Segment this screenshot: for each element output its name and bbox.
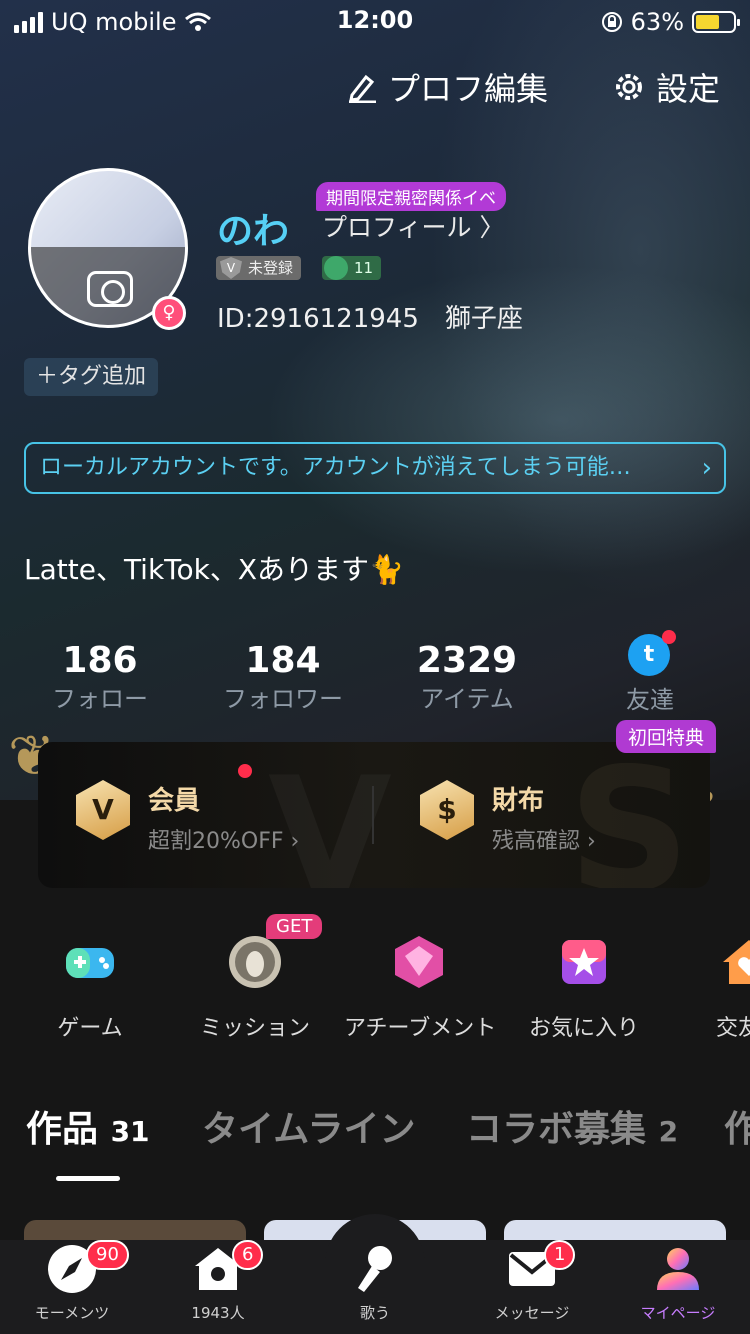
nav-mypage[interactable]: マイページ [608, 1244, 748, 1323]
event-badge[interactable]: 期間限定親密関係イベ [316, 182, 506, 211]
add-tag-button[interactable]: ＋タグ追加 [24, 358, 159, 396]
notice-text: ローカルアカウントです。アカウントが消えてしまう可能… [40, 455, 631, 480]
edit-profile-button[interactable]: プロフ編集 [346, 64, 548, 110]
feature-game[interactable]: ゲーム [15, 934, 165, 1042]
member-button[interactable]: V 会員 超割20%OFF › [76, 780, 299, 855]
nav-sing[interactable]: 歌う [305, 1244, 445, 1323]
member-notification-dot [238, 764, 252, 778]
notification-dot [662, 630, 676, 644]
feature-favorites[interactable]: お気に入り [509, 934, 659, 1042]
moments-badge: 90 [86, 1240, 129, 1270]
wallet-subtitle: 残高確認 › [492, 829, 596, 854]
first-time-bonus-badge: 初回特典 [616, 720, 717, 753]
feature-social[interactable]: 交友ス [674, 934, 750, 1042]
edit-profile-label: プロフ編集 [388, 70, 549, 108]
camera-icon [87, 271, 133, 307]
gamepad-icon [66, 948, 114, 978]
home-heart-icon [723, 940, 750, 984]
tab-indicator [56, 1176, 120, 1181]
chevron-right-icon: › [701, 453, 712, 483]
user-id-zodiac: ID:2916121945 獅子座 [217, 304, 523, 334]
person-icon [657, 1248, 699, 1290]
nav-message[interactable]: メッセージ [462, 1244, 602, 1323]
star-icon [562, 940, 606, 984]
friends-label: 友達 [626, 686, 674, 714]
gear-icon [616, 74, 642, 100]
battery-icon [692, 11, 740, 33]
nav-home[interactable]: 1943人 [148, 1244, 288, 1323]
member-title: 会員 [148, 786, 201, 816]
bio-text: Latte、TikTok、Xあります🐈 [24, 553, 404, 586]
orientation-lock-icon [601, 12, 622, 32]
user-name: のわ [217, 211, 290, 252]
penguin-medal-icon [229, 936, 281, 988]
level-badge[interactable]: 11 [322, 256, 382, 280]
stat-items[interactable]: 2329 アイテム [387, 640, 547, 714]
gem-icon [395, 936, 443, 988]
member-subtitle: 超割20%OFF › [148, 829, 300, 854]
tab-timeline[interactable]: タイムライン [202, 1100, 415, 1152]
settings-label: 設定 [656, 70, 721, 108]
v-shield-icon: V [220, 257, 242, 279]
status-bar: UQ mobile 12:00 63% [0, 0, 750, 44]
wallet-title: 財布 [492, 786, 545, 816]
stat-followers[interactable]: 184 フォロワー [203, 640, 363, 714]
microphone-icon [358, 1246, 392, 1292]
tab-more[interactable]: 作 [724, 1100, 750, 1152]
divider [372, 786, 374, 844]
feature-achievement[interactable]: アチーブメント [344, 934, 496, 1042]
settings-button[interactable]: 設定 [612, 64, 720, 110]
get-badge: GET [266, 914, 323, 939]
profile-link[interactable]: プロフィール 〉 [322, 208, 504, 244]
unregistered-badge[interactable]: V 未登録 [216, 256, 302, 280]
battery-percent: 63% [630, 8, 684, 36]
tab-works[interactable]: 作品 31 [26, 1100, 150, 1152]
vip-v-icon: V [76, 780, 130, 840]
stat-follow[interactable]: 186 フォロー [20, 640, 180, 714]
feature-mission[interactable]: ミッション [180, 934, 330, 1042]
level-shield-icon [324, 256, 348, 280]
dollar-icon: $ [420, 780, 474, 840]
vip-card: V S V 会員 超割20%OFF › $ 財布 残高確認 › [38, 742, 710, 888]
female-icon: ♀ [152, 296, 186, 330]
local-account-notice[interactable]: ローカルアカウントです。アカウントが消えてしまう可能… › [24, 442, 726, 494]
pencil-icon [349, 74, 376, 103]
tab-collab[interactable]: コラボ募集 2 [466, 1100, 678, 1152]
wallet-button[interactable]: $ 財布 残高確認 › [420, 780, 596, 855]
